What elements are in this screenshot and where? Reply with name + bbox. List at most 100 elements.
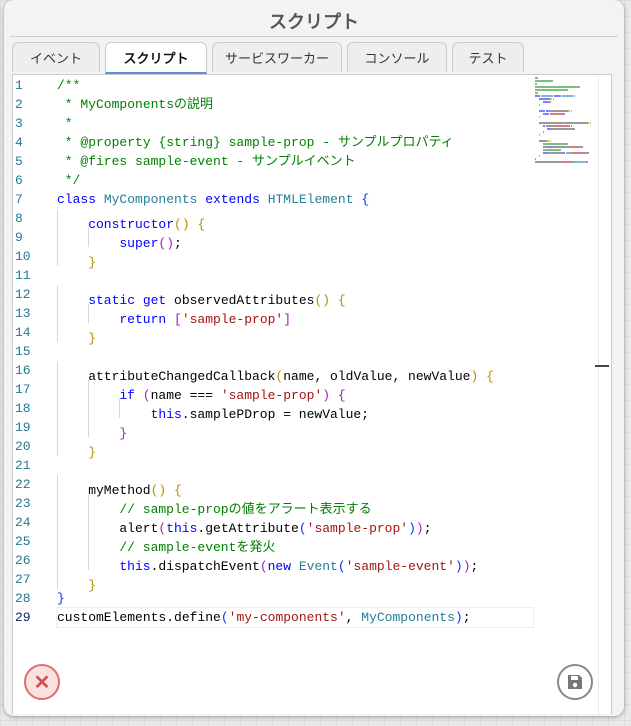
minimap-line — [543, 143, 601, 145]
close-button[interactable]: ✕ — [24, 664, 60, 700]
minimap-line — [543, 146, 601, 148]
tab-script[interactable]: スクリプト — [105, 42, 207, 74]
indent-guide — [88, 399, 119, 418]
line-text: customElements.define('my-components', M… — [56, 607, 534, 628]
line-number: 14 — [15, 325, 31, 340]
line-text: static get observedAttributes() { — [57, 285, 346, 308]
line-text: } — [57, 437, 96, 460]
line-text: } — [57, 589, 65, 608]
code-token: ; — [423, 521, 432, 536]
minimap-line — [539, 122, 601, 124]
indent-guide — [119, 399, 150, 418]
line-number: 20 — [15, 439, 31, 454]
line-text: attributeChangedCallback(name, oldValue,… — [57, 361, 494, 384]
code-token: } — [88, 445, 96, 460]
minimap[interactable] — [535, 77, 601, 237]
code-line[interactable]: 22 myMethod() { — [13, 475, 533, 498]
code-line[interactable]: 23 // sample-propの値をアラート表示する — [13, 494, 533, 517]
code-line[interactable]: 1 /** — [13, 76, 533, 95]
code-line[interactable]: 13 return ['sample-prop'] — [13, 304, 533, 327]
code-line[interactable]: 6 */ — [13, 171, 533, 190]
script-dialog: スクリプト イベント スクリプト サービスワーカー コンソール テスト 1 /**… — [4, 0, 624, 716]
save-button[interactable] — [557, 664, 593, 700]
line-text: class MyComponents extends HTMLElement { — [57, 190, 369, 209]
code-token: extends — [205, 192, 260, 207]
line-number: 22 — [15, 477, 31, 492]
code-line[interactable]: 3 * — [13, 114, 533, 133]
code-line[interactable]: 8 constructor() { — [13, 209, 533, 232]
line-number: 2 — [15, 97, 23, 112]
code-token: class — [57, 192, 97, 207]
indent-guide — [57, 513, 88, 532]
indent-guide — [57, 209, 88, 228]
line-text: return ['sample-prop'] — [57, 304, 291, 327]
indent-guide — [57, 228, 88, 247]
indent-guide — [57, 570, 88, 589]
minimap-line — [543, 149, 601, 151]
code-token: [ — [174, 312, 182, 327]
line-text: constructor() { — [57, 209, 205, 232]
minimap-line — [539, 98, 601, 100]
code-line[interactable]: 7 class MyComponents extends HTMLElement … — [13, 190, 533, 209]
line-number: 29 — [15, 610, 31, 625]
minimap-line — [539, 104, 601, 106]
indent-guide — [57, 304, 88, 323]
indent-guide — [88, 380, 119, 399]
indent-guide — [88, 513, 119, 532]
code-line[interactable]: 10} — [13, 247, 533, 270]
code-lines[interactable]: 1/** 2 * MyComponentsの説明 3 * 4 * @property … — [13, 76, 534, 628]
line-text: // sample-eventを発火 — [57, 532, 275, 555]
code-line[interactable]: 29 customElements.define('my-components',… — [13, 607, 534, 628]
code-token: customElements.define — [57, 610, 221, 625]
minimap-line — [535, 95, 601, 97]
line-text: myMethod() { — [57, 475, 182, 498]
tab-event[interactable]: イベント — [12, 42, 100, 72]
minimap-line — [539, 134, 601, 136]
divider — [10, 36, 618, 37]
line-number: 11 — [15, 268, 31, 283]
line-number: 7 — [15, 192, 23, 207]
code-token: ) — [462, 559, 471, 574]
code-line[interactable]: 20} — [13, 437, 533, 460]
line-text: * — [57, 114, 73, 133]
code-token: ) — [454, 610, 463, 625]
line-text: super(); — [57, 228, 182, 251]
indent-guide — [57, 437, 88, 456]
line-text: /** — [57, 76, 80, 95]
minimap-line — [535, 107, 601, 109]
minimap-line — [539, 155, 601, 157]
code-line[interactable]: 26 this.dispatchEvent(new Event('sample-e… — [13, 551, 533, 574]
tab-service-worker[interactable]: サービスワーカー — [212, 42, 342, 72]
code-token: ) — [454, 559, 463, 574]
code-line[interactable]: 12 static get observedAttributes() { — [13, 285, 533, 308]
code-token: .dispatchEvent — [150, 559, 260, 574]
line-text: } — [57, 323, 96, 346]
code-line[interactable]: 25 // sample-eventを発火 — [13, 532, 533, 555]
line-text: * MyComponentsの説明 — [57, 95, 213, 114]
tab-test[interactable]: テスト — [452, 42, 524, 72]
code-line[interactable]: 16 attributeChangedCallback(name, oldValu… — [13, 361, 533, 384]
code-token: { — [486, 369, 494, 384]
minimap-line — [535, 92, 601, 94]
code-line[interactable]: 5 * @fires sample-event - サンプルイベント — [13, 152, 533, 171]
indent-guide — [57, 247, 88, 266]
code-line[interactable]: 9 super(); — [13, 228, 533, 251]
code-token: } — [119, 426, 128, 441]
code-line[interactable]: 2 * MyComponentsの説明 — [13, 95, 533, 114]
minimap-line — [539, 116, 601, 118]
code-line[interactable]: 18 this.samplePDrop = newValue; — [13, 399, 533, 422]
indent-guide — [57, 475, 88, 494]
vertical-scrollbar[interactable] — [595, 75, 611, 714]
code-token: ) — [408, 521, 416, 536]
line-number: 13 — [15, 306, 31, 321]
code-editor[interactable]: 1/** 2 * MyComponentsの説明 3 * 4 * @property … — [12, 74, 612, 714]
code-token: 'sample-prop' — [306, 521, 409, 536]
tab-console[interactable]: コンソール — [347, 42, 447, 72]
minimap-line — [535, 161, 601, 163]
code-line[interactable]: 24 alert(this.getAttribute('sample-prop')… — [13, 513, 533, 536]
indent-guide — [57, 532, 88, 551]
code-token: 'sample-event' — [345, 559, 455, 574]
code-line[interactable]: 4 * @property {string} sample-prop - サンプ… — [13, 133, 533, 152]
minimap-line — [535, 158, 601, 160]
